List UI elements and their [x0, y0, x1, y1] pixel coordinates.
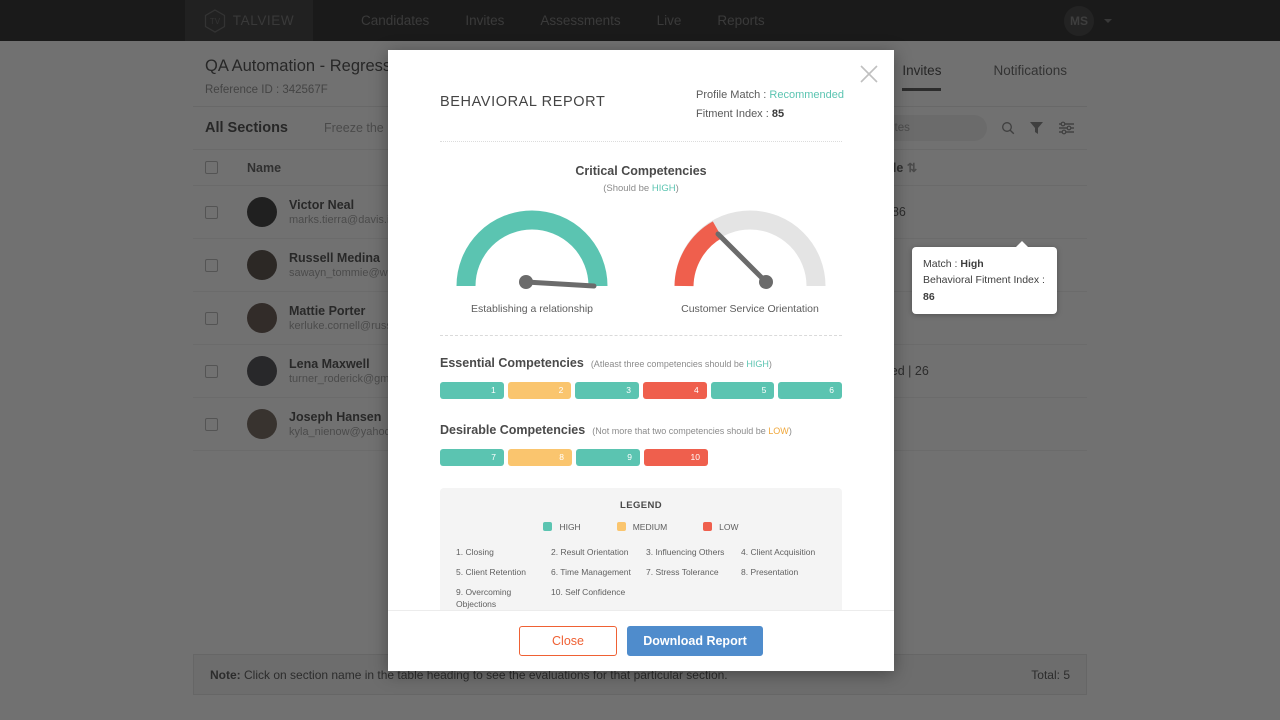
essential-hint-post: ) — [769, 359, 772, 369]
legend-item: 8. Presentation — [741, 566, 826, 578]
legend-key-low: LOW — [703, 522, 738, 532]
critical-subtitle: (Should be HIGH) — [440, 183, 842, 194]
modal-footer: Close Download Report — [388, 610, 894, 671]
competency-bar-2[interactable]: 2 — [508, 382, 572, 399]
critical-competencies-section: Critical Competencies (Should be HIGH) — [440, 164, 842, 194]
desirable-hint-post: ) — [789, 426, 792, 436]
legend-items: 1. Closing 2. Result Orientation 3. Infl… — [456, 546, 826, 611]
legend-item: 2. Result Orientation — [551, 546, 636, 558]
profile-match-value: Recommended — [769, 89, 844, 101]
modal-title: BEHAVIORAL REPORT — [440, 86, 605, 110]
tooltip-match-value: High — [960, 258, 983, 270]
legend-item: 10. Self Confidence — [551, 586, 636, 610]
legend-key-label: HIGH — [559, 522, 580, 532]
desirable-bars: 7 8 9 10 — [440, 449, 842, 466]
legend-item: 6. Time Management — [551, 566, 636, 578]
desirable-competencies-section: Desirable Competencies (Not more that tw… — [440, 423, 842, 466]
section-divider — [440, 335, 842, 336]
legend-key-label: LOW — [719, 522, 738, 532]
essential-hint-key: HIGH — [746, 359, 769, 369]
tooltip-match-label: Match : — [923, 258, 960, 270]
legend-keys: HIGH MEDIUM LOW — [456, 522, 826, 532]
fitment-index-row: Fitment Index : 85 — [696, 105, 844, 124]
essential-title: Essential Competencies — [440, 356, 584, 370]
medium-swatch-icon — [617, 522, 626, 531]
competency-bar-5[interactable]: 5 — [711, 382, 775, 399]
gauge-establishing-relationship: Establishing a relationship — [452, 206, 612, 315]
legend-box: LEGEND HIGH MEDIUM LOW 1. Closing 2. Res… — [440, 488, 842, 611]
legend-title: LEGEND — [456, 500, 826, 511]
high-swatch-icon — [543, 522, 552, 531]
behavioral-tooltip: Match : High Behavioral Fitment Index : … — [912, 247, 1057, 314]
tooltip-index-row: Behavioral Fitment Index : 86 — [923, 272, 1046, 305]
gauge-customer-service-orientation: Customer Service Orientation — [670, 206, 830, 315]
tooltip-index-value: 86 — [923, 291, 935, 303]
critical-subtitle-pre: (Should be — [603, 183, 652, 194]
gauge-chart — [452, 206, 612, 292]
essential-competencies-section: Essential Competencies (Atleast three co… — [440, 356, 842, 399]
legend-item: 9. Overcoming Objections — [456, 586, 541, 610]
legend-key-label: MEDIUM — [633, 522, 667, 532]
desirable-hint-key: LOW — [768, 426, 789, 436]
modal-meta: Profile Match : Recommended Fitment Inde… — [696, 86, 844, 125]
close-button[interactable]: Close — [519, 626, 617, 656]
modal-body: Critical Competencies (Should be HIGH) E… — [388, 142, 894, 611]
tooltip-index-label: Behavioral Fitment Index : — [923, 274, 1045, 286]
modal-header: BEHAVIORAL REPORT Profile Match : Recomm… — [388, 50, 894, 141]
competency-bar-7[interactable]: 7 — [440, 449, 504, 466]
legend-item: 3. Influencing Others — [646, 546, 731, 558]
desirable-hint-pre: (Not more that two competencies should b… — [592, 426, 768, 436]
legend-item: 7. Stress Tolerance — [646, 566, 731, 578]
profile-match-label: Profile Match : — [696, 89, 769, 101]
gauge-group: Establishing a relationship Customer Ser… — [440, 206, 842, 315]
critical-subtitle-high: HIGH — [652, 183, 676, 194]
essential-hint-pre: (Atleast three competencies should be — [591, 359, 747, 369]
behavioral-report-modal: BEHAVIORAL REPORT Profile Match : Recomm… — [388, 50, 894, 671]
legend-key-high: HIGH — [543, 522, 580, 532]
download-report-button[interactable]: Download Report — [627, 626, 763, 656]
critical-subtitle-post: ) — [676, 183, 679, 194]
competency-bar-1[interactable]: 1 — [440, 382, 504, 399]
competency-bar-6[interactable]: 6 — [778, 382, 842, 399]
gauge-label: Establishing a relationship — [452, 303, 612, 315]
desirable-hint: (Not more that two competencies should b… — [592, 426, 792, 436]
fitment-index-label: Fitment Index : — [696, 108, 772, 120]
essential-bars: 1 2 3 4 5 6 — [440, 382, 842, 399]
low-swatch-icon — [703, 522, 712, 531]
gauge-chart — [670, 206, 830, 292]
legend-key-medium: MEDIUM — [617, 522, 667, 532]
desirable-title: Desirable Competencies — [440, 423, 585, 437]
competency-bar-4[interactable]: 4 — [643, 382, 707, 399]
close-icon[interactable] — [858, 63, 880, 85]
fitment-index-value: 85 — [772, 108, 784, 120]
legend-item: 5. Client Retention — [456, 566, 541, 578]
competency-bar-8[interactable]: 8 — [508, 449, 572, 466]
critical-title: Critical Competencies — [440, 164, 842, 178]
legend-item: 1. Closing — [456, 546, 541, 558]
gauge-label: Customer Service Orientation — [670, 303, 830, 315]
tooltip-match-row: Match : High — [923, 256, 1046, 272]
competency-bar-3[interactable]: 3 — [575, 382, 639, 399]
competency-bar-10[interactable]: 10 — [644, 449, 708, 466]
competency-bar-9[interactable]: 9 — [576, 449, 640, 466]
legend-item: 4. Client Acquisition — [741, 546, 826, 558]
essential-hint: (Atleast three competencies should be HI… — [591, 359, 772, 369]
profile-match-row: Profile Match : Recommended — [696, 86, 844, 105]
